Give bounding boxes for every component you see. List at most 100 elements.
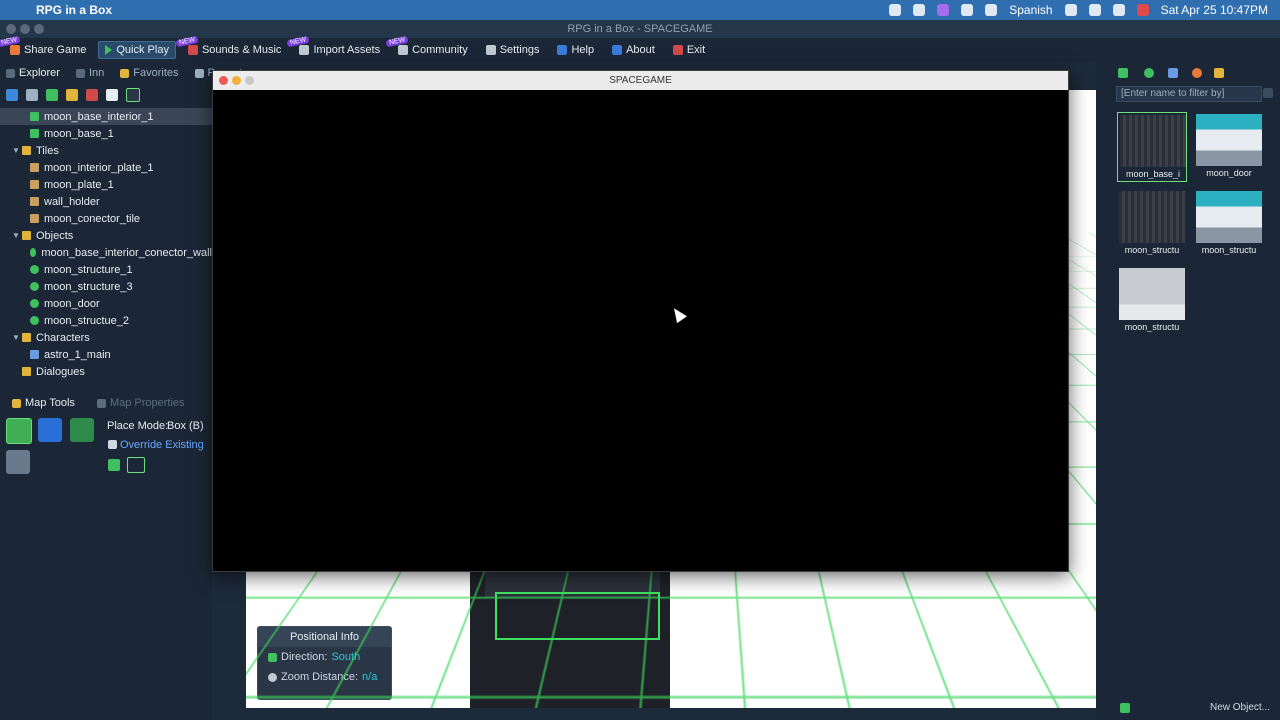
- music-icon: [188, 45, 198, 55]
- tree-item-moon-interior-plate-1[interactable]: moon_interior_plate_1: [0, 159, 212, 176]
- thumbnail-moon-base-interior[interactable]: moon_base_i: [1117, 112, 1187, 182]
- quick-play-menu[interactable]: Quick Play: [98, 41, 176, 59]
- explorer-toolbar: [0, 86, 212, 104]
- tree-folder-objects[interactable]: ▼ Objects: [0, 227, 212, 244]
- tree-label: moon_door: [44, 298, 100, 310]
- notification-icon[interactable]: [1137, 4, 1149, 16]
- screen-record-icon[interactable]: [937, 4, 949, 16]
- wifi-icon[interactable]: [1065, 4, 1077, 16]
- filter-options-icon[interactable]: [1263, 88, 1273, 98]
- collapse-icon[interactable]: [106, 89, 118, 101]
- minimize-window-button[interactable]: [20, 24, 30, 34]
- thumbnail-moon-structure-a[interactable]: moon_structu: [1117, 189, 1187, 259]
- star-icon[interactable]: [66, 89, 78, 101]
- close-window-button[interactable]: [219, 76, 228, 85]
- search-icon[interactable]: [1089, 4, 1101, 16]
- tree-label: Dialogues: [36, 366, 85, 378]
- object-icon: [30, 299, 39, 308]
- settings-menu[interactable]: Settings: [480, 42, 546, 58]
- eraser-tool-icon[interactable]: [6, 450, 30, 474]
- refresh-icon[interactable]: [46, 89, 58, 101]
- tab-map-properties[interactable]: Map Properties: [91, 395, 191, 411]
- import-assets-menu[interactable]: NEW Import Assets: [293, 42, 386, 58]
- tab-map-tools[interactable]: Map Tools: [6, 395, 81, 411]
- character-icon: [30, 350, 39, 359]
- folder-icon: [22, 333, 31, 342]
- sync-icon[interactable]: [913, 4, 925, 16]
- tree-label: Tiles: [36, 145, 59, 157]
- filter-input[interactable]: [Enter name to filter by]: [1116, 86, 1262, 102]
- rocket-icon[interactable]: [889, 4, 901, 16]
- tree-item-moon-base-interior-1[interactable]: moon_base_interior_1: [0, 108, 212, 125]
- tree-folder-dialogues[interactable]: Dialogues: [0, 363, 212, 380]
- thumbnail-image: [1196, 191, 1262, 243]
- shuffle-icon[interactable]: [108, 459, 120, 471]
- tree-item-moon-door[interactable]: moon_door: [0, 295, 212, 312]
- place-mode-select[interactable]: Box (B): [167, 420, 204, 432]
- new-object-button[interactable]: New Object...: [1120, 702, 1270, 716]
- tree-item-wall-holder[interactable]: wall_holder: [0, 193, 212, 210]
- tile-icon[interactable]: [1118, 68, 1128, 78]
- thumbnail-moon-door[interactable]: moon_door: [1194, 112, 1264, 182]
- zoom-window-button[interactable]: [245, 76, 254, 85]
- grid-tool-icon[interactable]: [70, 418, 94, 442]
- tree-label: wall_holder: [44, 196, 100, 208]
- tab-favorites[interactable]: Favorites: [114, 64, 184, 82]
- thumbnail-moon-structure-b[interactable]: moon_structu: [1194, 189, 1264, 259]
- tree-label: moon_conector_tile: [44, 213, 140, 225]
- home-icon[interactable]: [1214, 68, 1224, 78]
- gear-icon[interactable]: [26, 89, 38, 101]
- tree-item-moon-conector-tile[interactable]: moon_conector_tile: [0, 210, 212, 227]
- override-checkbox[interactable]: [108, 440, 117, 449]
- community-menu[interactable]: NEW Community: [392, 42, 474, 58]
- tree-label: moon_structure_3: [44, 281, 133, 293]
- control-center-icon[interactable]: [1113, 4, 1125, 16]
- menu-label: Quick Play: [116, 44, 169, 56]
- game-window[interactable]: SPACEGAME: [212, 70, 1069, 572]
- explorer-tabs: Explorer Inn Favorites Recent: [0, 64, 212, 82]
- tree-item-moon-base-interior-conector-wall[interactable]: moon_base_interior_conector_wall: [0, 244, 212, 261]
- menu-label: Help: [571, 44, 594, 56]
- play-icon[interactable]: [985, 4, 997, 16]
- tree-item-moon-structure-1[interactable]: moon_structure_1: [0, 261, 212, 278]
- help-menu[interactable]: Help: [551, 42, 600, 58]
- link-icon[interactable]: [126, 88, 140, 102]
- menu-label: Settings: [500, 44, 540, 56]
- pencil-tool-icon[interactable]: [38, 418, 62, 442]
- close-window-button[interactable]: [6, 24, 16, 34]
- book-icon: [557, 45, 567, 55]
- status-area: Spanish Sat Apr 25 10:47PM: [889, 3, 1268, 17]
- menu-label: About: [626, 44, 655, 56]
- tree-item-moon-plate-1[interactable]: moon_plate_1: [0, 176, 212, 193]
- tree-folder-tiles[interactable]: ▼ Tiles: [0, 142, 212, 159]
- character-icon[interactable]: [1168, 68, 1178, 78]
- app-name[interactable]: RPG in a Box: [36, 3, 112, 17]
- tab-explorer[interactable]: Explorer: [0, 64, 66, 82]
- record-icon[interactable]: [961, 4, 973, 16]
- object-icon[interactable]: [1144, 68, 1154, 78]
- tree-item-astro-1-main[interactable]: astro_1_main: [0, 346, 212, 363]
- exit-menu[interactable]: Exit: [667, 42, 711, 58]
- tree-folder-characters[interactable]: ▼ Characters: [0, 329, 212, 346]
- tree-item-moon-structue-2[interactable]: moon_structue_2: [0, 312, 212, 329]
- place-tile-tool-icon[interactable]: [6, 418, 32, 444]
- minimize-window-button[interactable]: [232, 76, 241, 85]
- language-indicator[interactable]: Spanish: [1009, 3, 1052, 17]
- thumbnail-label: moon_base_i: [1118, 169, 1188, 179]
- tab-inn[interactable]: Inn: [70, 64, 110, 82]
- tree-label: moon_base_interior_conector_wall: [41, 247, 212, 259]
- new-resource-icon[interactable]: [6, 89, 18, 101]
- effect-icon[interactable]: [1192, 68, 1202, 78]
- tree-item-moon-structure-3[interactable]: moon_structure_3: [0, 278, 212, 295]
- thumbnail-moon-structure-c[interactable]: moon_structu: [1117, 266, 1187, 336]
- clock[interactable]: Sat Apr 25 10:47PM: [1161, 3, 1268, 17]
- link-icon[interactable]: [127, 457, 145, 473]
- tile-icon: [30, 214, 39, 223]
- share-game-menu[interactable]: NEW Share Game: [4, 42, 92, 58]
- thumbnail-image: [1119, 191, 1185, 243]
- sounds-music-menu[interactable]: NEW Sounds & Music: [182, 42, 287, 58]
- about-menu[interactable]: About: [606, 42, 661, 58]
- zoom-window-button[interactable]: [34, 24, 44, 34]
- tree-item-moon-base-1[interactable]: moon_base_1: [0, 125, 212, 142]
- close-icon[interactable]: [86, 89, 98, 101]
